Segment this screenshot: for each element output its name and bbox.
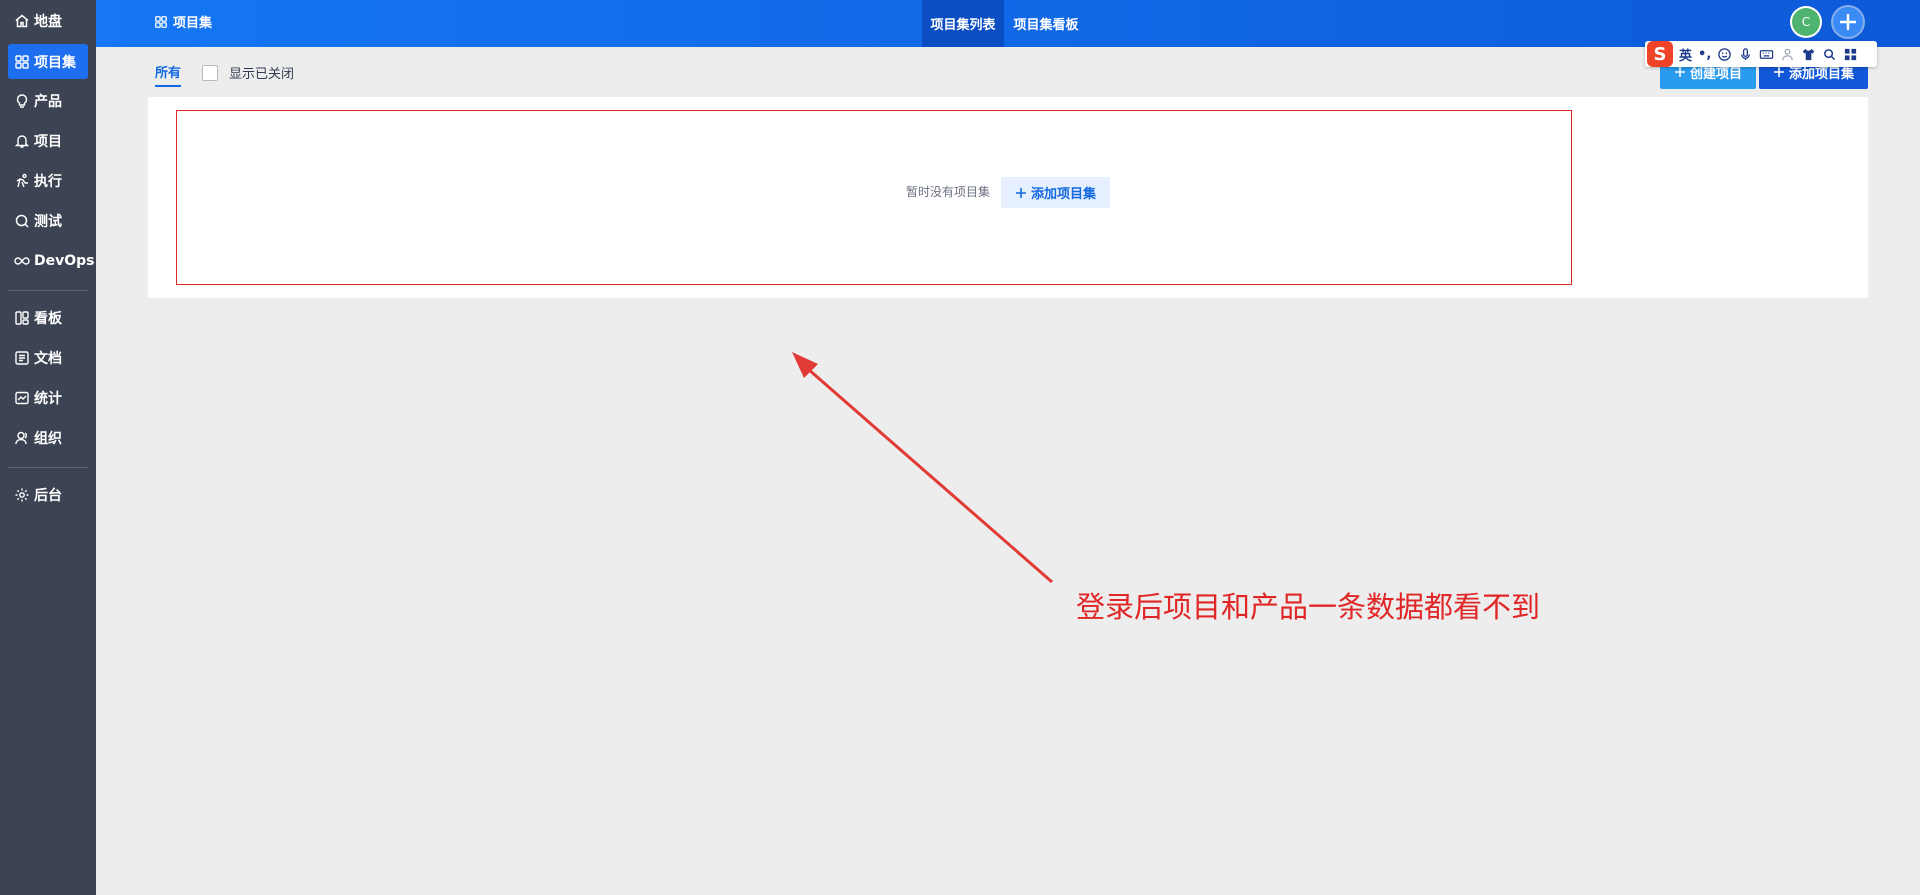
chart-icon xyxy=(15,391,29,404)
empty-state-add-program-button[interactable]: 添加项目集 xyxy=(1001,177,1110,208)
tab-program-kanban[interactable]: 项目集看板 xyxy=(1006,0,1086,47)
tab-program-list[interactable]: 项目集列表 xyxy=(922,0,1004,47)
sidebar-item-label: 看板 xyxy=(34,310,62,327)
sidebar-item-product[interactable]: 产品 xyxy=(8,83,88,118)
empty-state-add-label: 添加项目集 xyxy=(1030,187,1096,202)
plus-icon xyxy=(1773,67,1784,77)
toolbox-grid-icon[interactable] xyxy=(1843,47,1858,62)
sidebar-item-dashboard[interactable]: 地盘 xyxy=(8,3,88,38)
sidebar-item-label: 组织 xyxy=(34,430,62,447)
sidebar-item-label: DevOps xyxy=(34,252,95,269)
infinity-icon xyxy=(14,256,30,265)
sidebar-item-org[interactable]: 组织 xyxy=(8,420,88,455)
sidebar-item-program[interactable]: 项目集 xyxy=(8,44,88,79)
plus-icon xyxy=(1015,187,1026,198)
sidebar-item-project[interactable]: 项目 xyxy=(8,123,88,158)
runner-icon xyxy=(16,173,28,187)
home-icon xyxy=(15,14,29,27)
header-title: 项目集 xyxy=(154,0,212,43)
sidebar-item-test[interactable]: 测试 xyxy=(8,203,88,238)
bell-icon xyxy=(14,134,30,148)
emoji-icon[interactable] xyxy=(1717,47,1732,62)
lightbulb-icon xyxy=(16,93,28,108)
show-closed-checkbox[interactable]: 显示已关闭 xyxy=(202,63,294,82)
sidebar-item-admin[interactable]: 后台 xyxy=(8,477,88,512)
show-closed-label: 显示已关闭 xyxy=(229,67,295,82)
sidebar: 地盘 项目集 产品 项目 执行 测试 DevOps 看板 文档 统计 组织 后台 xyxy=(0,0,96,895)
sidebar-item-label: 地盘 xyxy=(34,13,62,30)
sogou-logo-icon[interactable]: S xyxy=(1647,41,1673,67)
sidebar-item-label: 项目 xyxy=(34,133,62,150)
ime-toolbar: S 英 •, xyxy=(1645,41,1877,67)
sidebar-item-devops[interactable]: DevOps xyxy=(8,243,95,278)
plus-icon xyxy=(1840,14,1856,30)
annotation-highlight-box xyxy=(176,110,1572,285)
sidebar-item-label: 测试 xyxy=(34,213,62,230)
sidebar-item-kanban[interactable]: 看板 xyxy=(8,300,88,335)
ime-language-toggle[interactable]: 英 xyxy=(1679,45,1692,64)
page-title: 项目集 xyxy=(173,16,213,31)
search-icon[interactable] xyxy=(1822,47,1837,62)
grid-icon xyxy=(15,54,29,69)
microphone-icon[interactable] xyxy=(1738,47,1753,62)
sidebar-item-doc[interactable]: 文档 xyxy=(8,340,88,375)
sidebar-item-label: 后台 xyxy=(34,487,62,504)
people-icon xyxy=(15,431,27,444)
shirt-icon[interactable] xyxy=(1801,47,1816,62)
sidebar-item-label: 统计 xyxy=(34,390,62,407)
checkbox-box[interactable] xyxy=(202,64,218,81)
sidebar-item-execution[interactable]: 执行 xyxy=(8,163,88,198)
grid-icon xyxy=(155,15,167,28)
plus-icon xyxy=(1674,67,1685,77)
sidebar-item-label: 项目集 xyxy=(34,54,76,71)
sidebar-item-stats[interactable]: 统计 xyxy=(8,380,88,415)
sidebar-divider xyxy=(8,290,88,291)
top-header: 项目集 项目集列表 项目集看板 C xyxy=(96,0,1920,47)
sidebar-divider xyxy=(8,467,88,468)
magnify-icon xyxy=(15,214,29,228)
keyboard-icon[interactable] xyxy=(1759,47,1774,62)
empty-state-message: 暂时没有项目集 xyxy=(906,185,991,199)
sidebar-item-label: 文档 xyxy=(34,350,62,367)
annotation-text: 登录后项目和产品一条数据都看不到 xyxy=(1076,590,1541,624)
avatar[interactable]: C xyxy=(1792,8,1820,36)
ime-punctuation-toggle[interactable]: •, xyxy=(1698,47,1711,62)
filter-tab-all[interactable]: 所有 xyxy=(155,62,182,87)
kanban-icon xyxy=(15,310,29,325)
sidebar-item-label: 产品 xyxy=(34,93,62,110)
global-create-button[interactable] xyxy=(1833,7,1863,37)
skin-icon[interactable] xyxy=(1780,47,1795,62)
sidebar-item-label: 执行 xyxy=(34,173,62,190)
doc-icon xyxy=(15,350,29,365)
gear-icon xyxy=(15,488,29,501)
